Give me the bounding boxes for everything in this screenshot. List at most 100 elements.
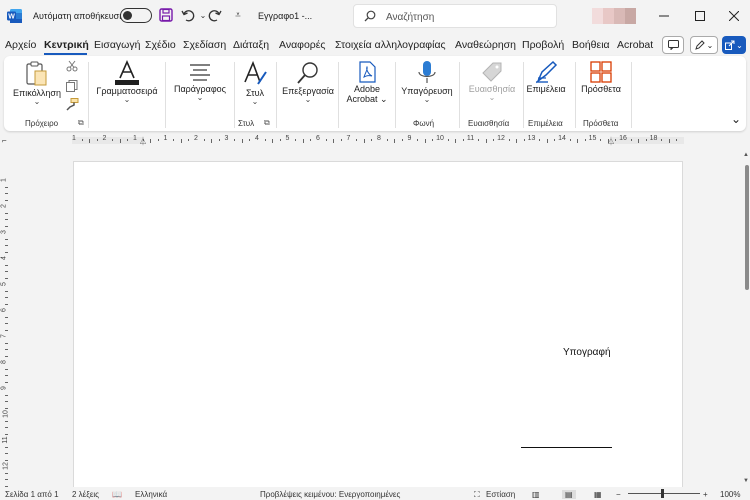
zoom-slider-thumb[interactable] (661, 489, 664, 498)
ruler-tick (447, 139, 449, 141)
vruler-tick (5, 225, 8, 227)
editor-button[interactable]: Επιμέλεια (525, 60, 567, 94)
clipboard-launcher-icon[interactable]: ⧉ (78, 118, 84, 128)
search-placeholder: Αναζήτηση (386, 12, 435, 23)
vruler-tick (5, 420, 8, 422)
styles-launcher-icon[interactable]: ⧉ (264, 118, 270, 128)
dictate-button[interactable]: Υπαγόρευση ⌄ (399, 60, 455, 104)
paragraph-button[interactable]: Παράγραφος ⌄ (169, 60, 231, 102)
addins-button[interactable]: Πρόσθετα (578, 60, 624, 94)
horizontal-ruler[interactable]: 1 2 1 1 2 3 4 5 6 7 8 9 10 11 12 13 14 15 16 18 ⏃ ⏃ (72, 133, 684, 147)
group-separator (575, 62, 576, 128)
ruler-tick (112, 139, 114, 141)
tab-view[interactable]: Προβολή (522, 39, 564, 51)
vruler-tick (5, 427, 8, 428)
tab-references[interactable]: Αναφορές (279, 39, 326, 51)
ruler-tick (546, 139, 548, 143)
group-separator (523, 62, 524, 128)
zoom-level[interactable]: 100% (720, 490, 740, 499)
autosave-toggle[interactable] (120, 8, 152, 23)
ruler-number: 14 (558, 135, 566, 142)
ruler-number: 18 (649, 135, 658, 142)
tab-acrobat[interactable]: Acrobat (617, 39, 653, 51)
svg-text:W: W (8, 14, 15, 21)
ruler-tick (302, 139, 304, 143)
ruler-number: 4 (255, 135, 259, 142)
ruler-number: 15 (588, 135, 597, 142)
zoom-in-icon[interactable]: + (703, 490, 708, 499)
page-count[interactable]: Σελίδα 1 από 1 (5, 490, 59, 499)
tab-home[interactable]: Κεντρική (44, 39, 89, 51)
copy-icon[interactable] (66, 80, 78, 94)
vruler-tick (5, 453, 8, 454)
tab-review[interactable]: Αναθεώρηση (455, 39, 516, 51)
vruler-tick (5, 290, 8, 292)
scroll-down-icon[interactable]: ▼ (743, 478, 749, 484)
ruler-number: 2 (194, 135, 198, 142)
cut-icon[interactable] (66, 60, 78, 74)
search-box[interactable]: Αναζήτηση (353, 4, 557, 28)
ruler-tick (127, 139, 129, 141)
maximize-icon[interactable] (690, 6, 710, 26)
tab-selector-icon[interactable]: ⌐ (2, 136, 7, 145)
customize-toolbar-icon[interactable]: ⩡ (230, 7, 246, 23)
vruler-tick (5, 238, 8, 240)
ruler-tick (478, 139, 480, 141)
minimize-icon[interactable] (654, 6, 674, 26)
ribbon-home: Επικόλληση ⌄ Πρόχειρο ⧉ Γραμματοσειρά ⌄ … (4, 56, 746, 131)
ruler-tick (234, 139, 236, 141)
left-indent-marker[interactable]: ⏃ (139, 136, 147, 147)
undo-icon[interactable] (180, 7, 196, 23)
ruler-tick (157, 139, 159, 141)
tab-insert[interactable]: Εισαγωγή (94, 39, 140, 51)
read-mode-icon[interactable]: ▥ (532, 490, 540, 499)
tab-help[interactable]: Βοήθεια (572, 39, 610, 51)
web-layout-icon[interactable]: ▦ (594, 490, 602, 499)
share-button[interactable]: ⌄ (722, 36, 746, 54)
ruler-tick (218, 139, 220, 141)
word-count[interactable]: 2 λέξεις (72, 490, 99, 499)
signature-label[interactable]: Υπογραφή (563, 347, 611, 358)
editor-pen-icon (536, 60, 558, 84)
font-button[interactable]: Γραμματοσειρά ⌄ (92, 60, 162, 104)
ruler-tick (523, 139, 525, 141)
tab-design[interactable]: Σχεδίαση (183, 39, 226, 51)
editing-mode-button[interactable]: ⌄ (690, 36, 718, 54)
paste-button[interactable]: Επικόλληση ⌄ (10, 60, 64, 106)
vruler-number: 9 (0, 386, 8, 390)
right-indent-marker[interactable]: ⏃ (607, 136, 615, 147)
ribbon-collapse-icon[interactable]: ⌄ (731, 112, 741, 126)
font-color-icon (115, 60, 139, 85)
ruler-tick (295, 139, 297, 141)
close-icon[interactable] (724, 6, 744, 26)
focus-icon[interactable]: ⛶ (474, 490, 480, 500)
ruler-tick (539, 139, 541, 141)
scroll-up-icon[interactable]: ▲ (743, 152, 749, 158)
sensitivity-button[interactable]: Ευαισθησία ⌄ (463, 60, 521, 102)
document-page[interactable] (73, 161, 683, 491)
text-predictions[interactable]: Προβλέψεις κειμένου: Ενεργοποιημένες (260, 490, 400, 499)
language[interactable]: Ελληνικά (135, 490, 167, 499)
tab-draw[interactable]: Σχέδιο (145, 39, 176, 51)
redo-icon[interactable] (207, 7, 223, 23)
status-bar: Σελίδα 1 από 1 2 λέξεις 📖 Ελληνικά Προβλ… (0, 487, 750, 500)
zoom-out-icon[interactable]: − (616, 490, 621, 499)
comments-button[interactable] (662, 36, 684, 54)
ruler-tick (363, 139, 365, 143)
account-avatar[interactable] (592, 8, 636, 24)
editing-button[interactable]: Επεξεργασία ⌄ (280, 60, 336, 104)
format-painter-icon[interactable] (66, 98, 79, 113)
zoom-slider[interactable] (628, 493, 700, 494)
adobe-acrobat-button[interactable]: Adobe Acrobat ⌄ (342, 60, 392, 105)
focus-label[interactable]: Εστίαση (486, 490, 515, 499)
styles-button[interactable]: Στυλ ⌄ (238, 60, 272, 106)
print-layout-icon[interactable]: ▤ (562, 490, 576, 499)
tab-file[interactable]: Αρχείο (5, 39, 36, 51)
scrollbar-thumb[interactable] (745, 165, 749, 290)
comment-icon (667, 40, 679, 50)
vruler-tick (5, 193, 8, 194)
save-icon[interactable] (158, 7, 174, 23)
tab-mailings[interactable]: Στοιχεία αλληλογραφίας (335, 39, 446, 51)
proofing-icon[interactable]: 📖 (112, 490, 122, 499)
tab-layout[interactable]: Διάταξη (233, 39, 269, 51)
